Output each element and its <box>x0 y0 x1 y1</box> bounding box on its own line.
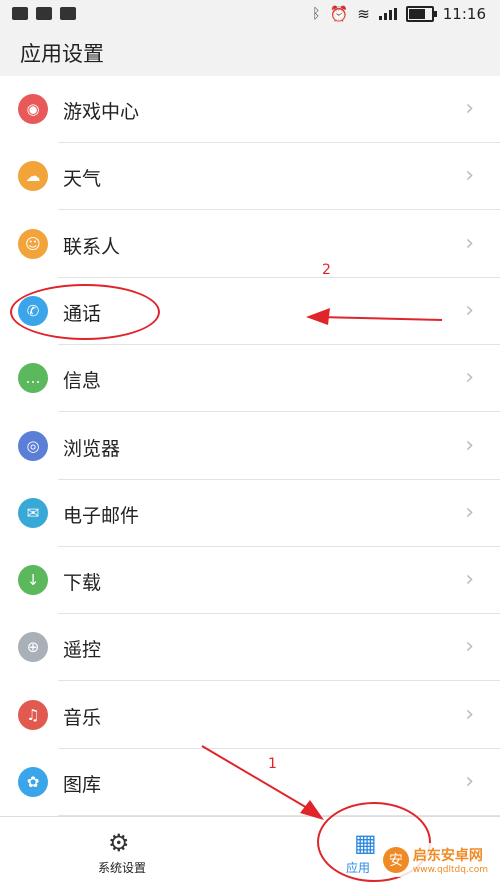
annotation-ellipse-call <box>10 284 160 340</box>
list-item-label: 信息 <box>63 370 102 393</box>
chevron-right-icon: › <box>465 567 474 593</box>
list-item[interactable]: … 信息 › <box>0 345 500 413</box>
chevron-right-icon: › <box>465 769 474 794</box>
header: 应用设置 <box>0 30 500 76</box>
page-title: 应用设置 <box>20 42 104 66</box>
chevron-right-icon: › <box>465 499 474 525</box>
contact-icon: ☺ <box>18 228 48 259</box>
signal-icon <box>378 8 397 20</box>
image-notification-icon <box>12 7 28 20</box>
wifi-icon: ≋ <box>357 5 370 23</box>
list-item-label: 遥控 <box>63 639 102 662</box>
tab-system-settings[interactable]: ⚙ 系统设置 <box>90 817 160 882</box>
gallery-icon: ✿ <box>18 767 48 797</box>
globe-icon: ◎ <box>18 430 48 461</box>
chevron-right-icon: › <box>465 432 474 458</box>
chevron-right-icon: › <box>465 297 474 323</box>
list-item[interactable]: ◎ 浏览器 › <box>0 413 500 480</box>
chevron-right-icon: › <box>465 163 474 189</box>
status-bar: ᛒ ⏰ ≋ 11:16 <box>0 0 500 30</box>
status-time: 11:16 <box>442 5 486 23</box>
list-item-label: 下载 <box>63 572 102 595</box>
chevron-right-icon: › <box>465 701 474 727</box>
settings-list: ◉ 游戏中心 › ☁ 天气 › ☺ 联系人 › ✆ 通话 ›… 信息 › ◎ 浏览器 › ✉ 电子邮件 › ↓ 下载 › ⊕ 遥… <box>0 76 500 816</box>
bluetooth-icon: ᛒ <box>312 6 321 22</box>
list-item-label: 浏览器 <box>63 437 121 460</box>
list-item-label: 电子邮件 <box>63 504 140 527</box>
alarm-icon: ⏰ <box>329 5 349 23</box>
watermark-url: www.qdltdq.com <box>412 865 488 875</box>
list-item-label: 音乐 <box>63 706 102 729</box>
list-item-label: 图库 <box>63 774 102 796</box>
watermark-text: 启东安卓网 <box>412 848 483 864</box>
weather-icon: ☁ <box>18 161 48 192</box>
chevron-right-icon: › <box>465 230 474 256</box>
gear-icon: ⚙ <box>108 829 130 857</box>
list-item-label: 天气 <box>63 168 102 191</box>
list-item-label: 游戏中心 <box>63 101 140 123</box>
chevron-right-icon: › <box>465 634 474 660</box>
message-icon: … <box>18 363 48 394</box>
remote-icon: ⊕ <box>18 632 48 663</box>
list-item[interactable]: ↓ 下载 › <box>0 547 500 615</box>
list-item[interactable]: ☺ 联系人 › <box>0 211 500 278</box>
battery-icon <box>405 6 437 22</box>
app-notification-icon <box>36 7 52 20</box>
list-item-label: 联系人 <box>63 235 121 258</box>
list-item[interactable]: ♫ 音乐 › <box>0 682 500 749</box>
annotation-number-2: 2 <box>322 262 331 278</box>
list-item[interactable]: ◉ 游戏中心 › <box>0 76 500 143</box>
watermark-logo-icon: 安 <box>382 847 409 873</box>
gamepad-icon: ◉ <box>18 94 48 124</box>
flag-notification-icon <box>60 7 76 20</box>
chevron-right-icon: › <box>465 96 474 121</box>
chevron-right-icon: › <box>465 365 474 391</box>
annotation-number-1: 1 <box>268 756 277 772</box>
music-icon: ♫ <box>18 699 48 730</box>
tab-system-settings-label: 系统设置 <box>98 861 147 875</box>
list-item[interactable]: ✉ 电子邮件 › <box>0 480 500 547</box>
download-icon: ↓ <box>18 565 48 596</box>
list-item[interactable]: ✿ 图库 › <box>0 749 500 816</box>
mail-icon: ✉ <box>18 497 48 528</box>
list-item[interactable]: ☁ 天气 › <box>0 143 500 211</box>
watermark: 安 启东安卓网 www.qdltdq.com <box>376 843 494 877</box>
list-item[interactable]: ⊕ 遥控 › <box>0 614 500 682</box>
